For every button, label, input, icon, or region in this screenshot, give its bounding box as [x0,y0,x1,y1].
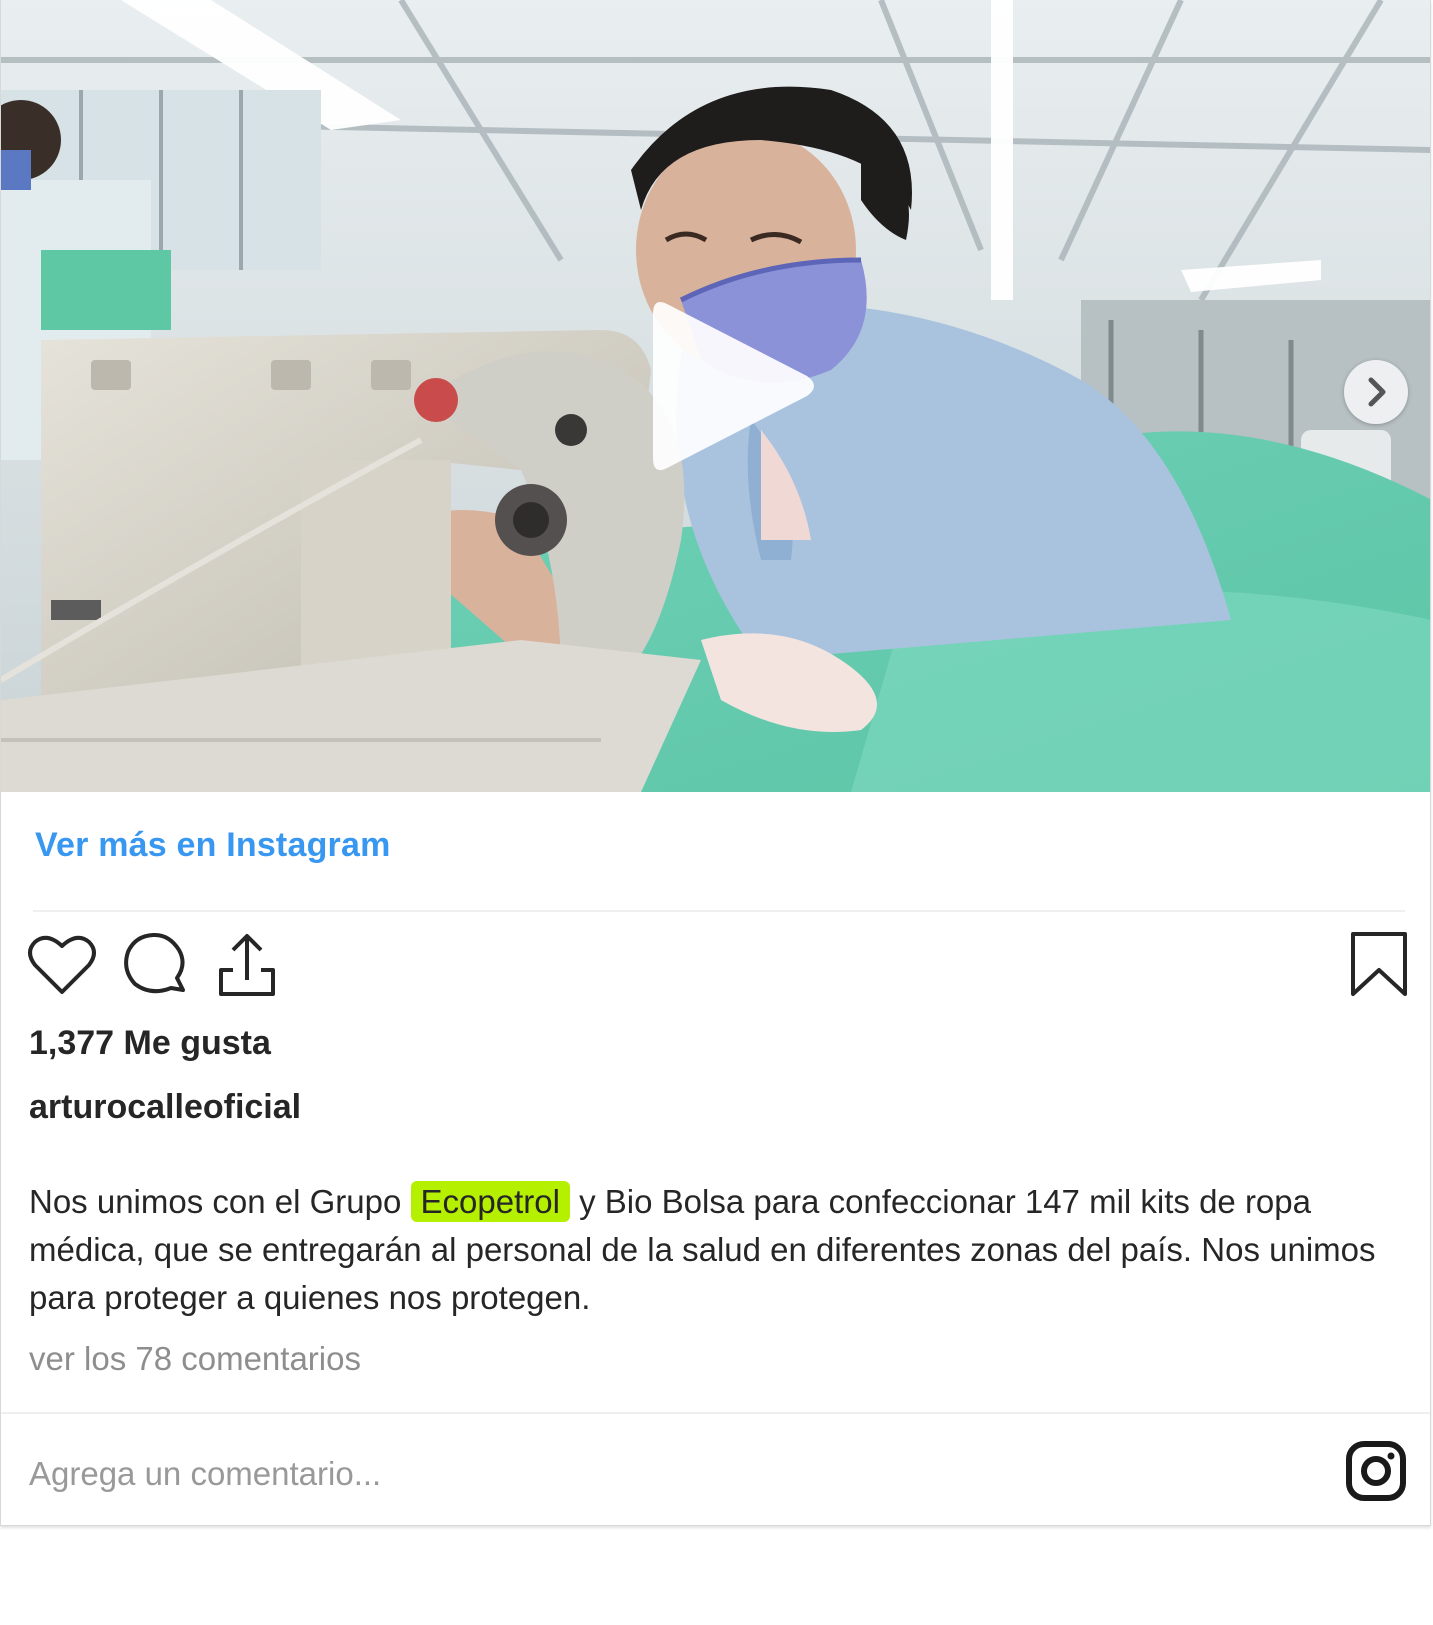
chevron-right-icon [1368,377,1386,407]
username[interactable]: arturocalleoficial [29,1088,301,1127]
view-more-on-instagram-link[interactable]: Ver más en Instagram [35,826,391,865]
comment-icon [124,932,185,994]
post-caption: Nos unimos con el Grupo Ecopetrol y Bio … [29,1178,1419,1322]
divider [33,910,1405,912]
divider [1,1412,1430,1414]
highlighted-term: Ecopetrol [410,1181,570,1222]
likes-count: 1,377 Me gusta [29,1024,271,1062]
like-button[interactable] [27,930,97,1000]
share-icon [219,934,275,996]
instagram-embed-card: Ver más en Instagram 1,377 Me gusta artu… [0,0,1431,1526]
caption-text-before: Nos unimos con el Grupo [29,1183,411,1220]
heart-icon [28,935,96,994]
instagram-logo-button[interactable] [1345,1440,1407,1502]
play-icon [653,302,814,470]
comment-input[interactable] [29,1452,1289,1496]
instagram-logo-icon [1346,1441,1406,1501]
view-comments-link[interactable]: ver los 78 comentarios [29,1340,361,1378]
play-button[interactable] [643,296,823,476]
comment-button[interactable] [121,930,191,1000]
video-thumbnail[interactable] [1,0,1430,792]
next-slide-button[interactable] [1344,360,1408,424]
bookmark-icon [1351,932,1407,996]
save-button[interactable] [1345,930,1415,1000]
share-button[interactable] [213,930,283,1000]
